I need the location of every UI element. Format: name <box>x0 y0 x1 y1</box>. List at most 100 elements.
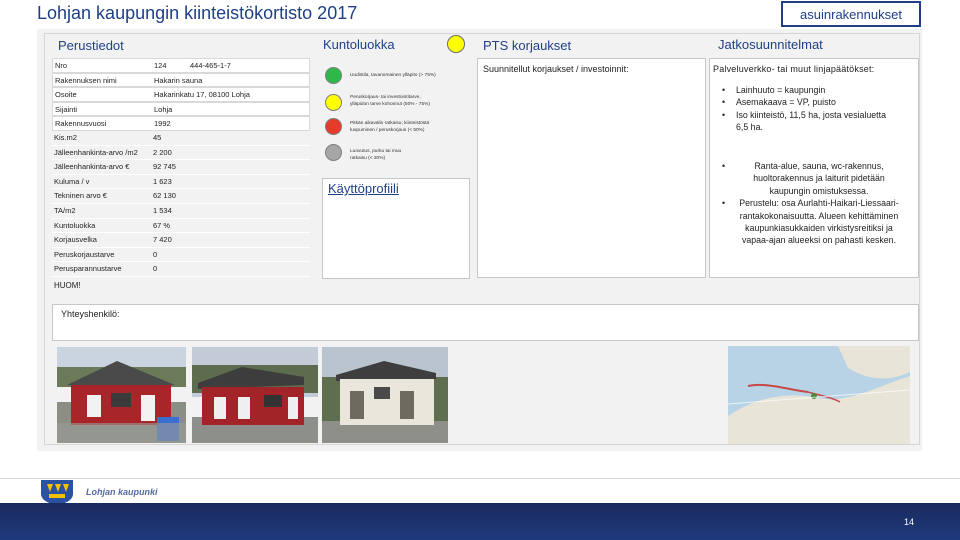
info-row: Peruskorjaustarve 0 <box>52 248 310 263</box>
condition-dot-green <box>325 67 342 84</box>
info-value: 7 420 <box>153 235 172 245</box>
category-tag-label: asuinrakennukset <box>800 6 902 22</box>
pts-text: Suunnitellut korjaukset / investoinnit: <box>483 64 629 74</box>
building-photo-1 <box>57 347 186 443</box>
page-title: Lohjan kaupungin kiinteistökortisto 2017 <box>37 3 358 23</box>
kuntoluokka-indicator <box>447 35 465 53</box>
info-value: Hakarin sauna <box>154 75 203 85</box>
jatko-bullets-1: • Lainhuuto = kaupungin • Asemakaava = VP,… <box>722 84 892 134</box>
info-value: 45 <box>153 132 162 142</box>
condition-text: Uudistila, tavanomainen ylläpito (> 75%) <box>350 72 436 79</box>
info-label: Rakennusvuosi <box>55 119 107 129</box>
info-value: 124 <box>154 61 167 70</box>
page-number: 14 <box>904 517 915 527</box>
info-value: Lohja <box>154 104 173 114</box>
info-label: Rakennuksen nimi <box>55 75 117 85</box>
info-value: 62 130 <box>153 191 176 201</box>
condition-line: Luovutus, purku tai muu <box>350 149 402 154</box>
condition-text: Peruskorjaus- tai investointitarve, yllä… <box>350 94 430 108</box>
info-row: Osoite Hakarinkatu 17, 08100 Lohja <box>52 87 310 102</box>
info-label: Perusparannustarve <box>54 264 122 274</box>
info-row: Nro 124 444-465-1-7 <box>52 58 310 73</box>
info-value: Hakarinkatu 17, 08100 Lohja <box>154 90 250 100</box>
jatko-heading: Jatkosuunnitelmat <box>718 37 823 52</box>
pts-box <box>477 58 706 278</box>
condition-line: ratkaisu (< 30%) <box>350 156 386 161</box>
info-value: 1 623 <box>153 176 172 186</box>
info-row: Sijainti Lohja <box>52 101 310 117</box>
bullet-icon: • <box>722 97 726 108</box>
list-item: • Ranta-alue, sauna, wc-rakennus, huoltor… <box>722 160 902 197</box>
info-label: Kuluma / v <box>54 176 90 186</box>
condition-text: Luovutus, purku tai muu ratkaisu (< 30%) <box>350 148 401 162</box>
info-label: Korjausvelka <box>54 235 97 245</box>
info-label: Nro <box>55 61 68 70</box>
condition-dot-red <box>325 118 342 135</box>
brand-name: Lohjan kaupunki <box>86 487 158 497</box>
city-logo <box>37 478 77 506</box>
info-value: 0 <box>153 264 158 274</box>
info-value: 1992 <box>154 119 171 129</box>
info-value: 0 <box>153 249 158 259</box>
info-value: 2 200 <box>153 147 172 157</box>
footer-bar <box>0 503 960 540</box>
info-row: Jälleenhankinta-arvo /m2 2 200 <box>52 146 310 161</box>
list-item: • Iso kiinteistö, 11,5 ha, josta vesialue… <box>722 109 892 134</box>
info-label: Tekninen arvo € <box>54 191 107 201</box>
kuntoluokka-heading: Kuntoluokka <box>323 37 395 52</box>
note-label: HUOM! <box>54 281 81 290</box>
basic-info-table: Nro 124 444-465-1-7 Rakennuksen nimi Hak… <box>52 58 310 277</box>
footer-divider <box>0 478 960 479</box>
info-label: Peruskorjaustarve <box>54 249 115 259</box>
condition-text: Pitkän aikavälin ratkaisu; kiinteistöstä… <box>350 120 429 134</box>
condition-dot-yellow <box>325 94 342 111</box>
list-item: • Lainhuuto = kaupungin <box>722 84 892 96</box>
info-row: Perusparannustarve 0 <box>52 262 310 277</box>
info-row: Korjausvelka 7 420 <box>52 233 310 248</box>
info-row: Kuntoluokka 67 % <box>52 219 310 234</box>
info-row: Jälleenhankinta-arvo € 92 745 <box>52 160 310 175</box>
kayttoprofiili-heading: Käyttöprofiili <box>328 181 399 196</box>
location-map <box>728 346 910 444</box>
jatko-intro: Palveluverkko- tai muut linjapäätökset: <box>713 64 875 74</box>
info-value: 1 534 <box>153 205 172 215</box>
info-row: Kuluma / v 1 623 <box>52 175 310 190</box>
info-value-secondary: 444-465-1-7 <box>190 61 231 70</box>
bullet-icon: • <box>722 161 726 171</box>
building-photo-3 <box>322 347 448 443</box>
list-item-text: Perustelu: osa Aurlahti-Haikari-Liessaar… <box>739 198 899 246</box>
pts-heading: PTS korjaukset <box>483 38 572 53</box>
info-row: Rakennuksen nimi Hakarin sauna <box>52 72 310 88</box>
list-item: • Asemakaava = VP, puisto <box>722 96 892 108</box>
perustiedot-heading: Perustiedot <box>58 38 124 53</box>
list-item-text: Ranta-alue, sauna, wc-rakennus, huoltora… <box>753 161 885 196</box>
condition-line: luopuminen / peruskorjaus (< 50%) <box>350 128 425 133</box>
bullet-icon: • <box>722 85 726 95</box>
category-tag: asuinrakennukset <box>781 1 921 27</box>
info-label: Jälleenhankinta-arvo € <box>54 162 130 172</box>
info-row: Rakennusvuosi 1992 <box>52 116 310 131</box>
jatko-bullets-2: • Ranta-alue, sauna, wc-rakennus, huoltor… <box>722 160 902 247</box>
condition-line: Pitkän aikavälin ratkaisu; kiinteistöstä <box>350 121 430 126</box>
info-label: TA/m2 <box>54 205 76 215</box>
info-label: Osoite <box>55 90 77 100</box>
info-value: 92 745 <box>153 162 176 172</box>
list-item-text: Lainhuuto = kaupungin <box>736 85 826 95</box>
map-marker-icon <box>811 393 817 399</box>
list-item: • Perustelu: osa Aurlahti-Haikari-Liessaa… <box>722 197 902 247</box>
info-label: Kuntoluokka <box>54 220 96 230</box>
info-row: Kis.m2 45 <box>52 131 310 146</box>
info-row: TA/m2 1 534 <box>52 204 310 219</box>
condition-line: Peruskorjaus- tai investointitarve, <box>350 95 421 100</box>
condition-dot-grey <box>325 144 342 161</box>
info-row: Tekninen arvo € 62 130 <box>52 189 310 204</box>
info-label: Sijainti <box>55 104 78 114</box>
bullet-icon: • <box>722 109 726 120</box>
condition-line: ylläpidon tarve kohonnut (50% - 75%) <box>350 102 430 107</box>
bullet-icon: • <box>722 198 726 209</box>
contact-box <box>52 304 919 341</box>
building-photo-2 <box>192 347 318 443</box>
info-label: Kis.m2 <box>54 132 77 142</box>
condition-line: Uudistila, tavanomainen ylläpito (> 75%) <box>350 73 436 78</box>
contact-label: Yhteyshenkilö: <box>61 309 120 319</box>
